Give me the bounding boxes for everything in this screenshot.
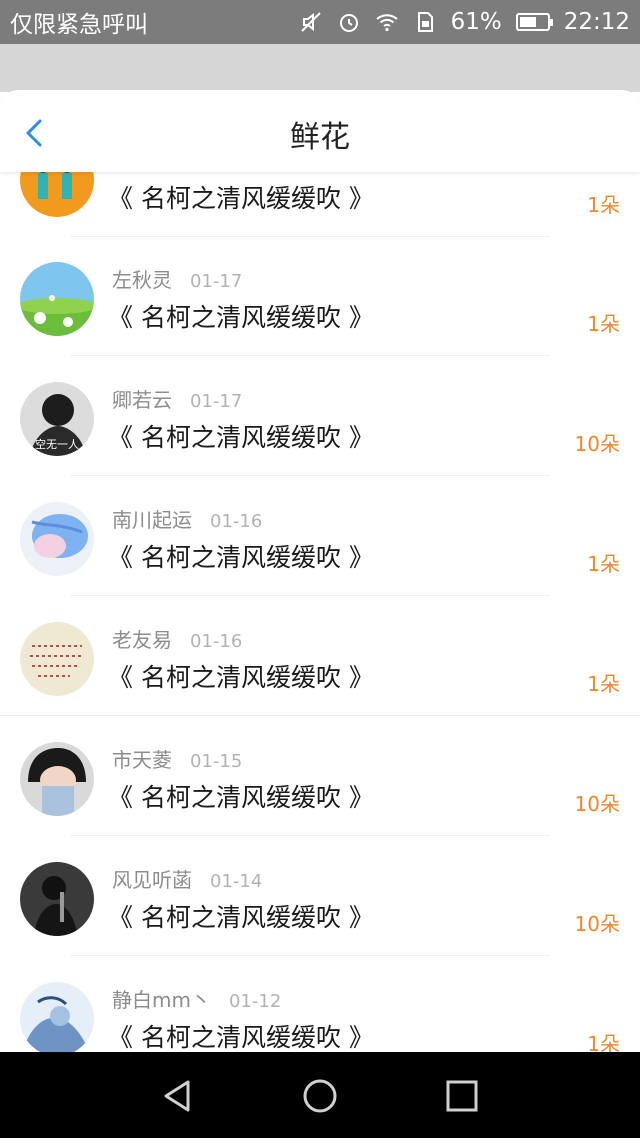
list-item[interactable]: 空无一人 卿若云 01-17 《 名柯之清风缓缓吹 》 10朵	[0, 356, 640, 476]
battery-icon	[515, 13, 553, 31]
backdrop-strip	[0, 44, 640, 92]
list-item[interactable]: 南川起运 01-16 《 名柯之清风缓缓吹 》 1朵	[0, 476, 640, 596]
book-title: 《 名柯之清风缓缓吹 》	[108, 303, 374, 332]
avatar	[20, 982, 94, 1052]
avatar	[20, 172, 94, 217]
flower-list: 《 名柯之清风缓缓吹 》 1朵 左秋灵 01-17 《 名柯之清风缓缓吹 》 1…	[0, 172, 640, 1052]
sender-name: 南川起运	[112, 508, 192, 532]
flower-count: 1朵	[587, 312, 620, 336]
sender-name: 老友易	[112, 628, 172, 652]
flower-count: 1朵	[587, 193, 620, 217]
book-title: 《 名柯之清风缓缓吹 》	[108, 1023, 374, 1052]
book-title: 《 名柯之清风缓缓吹 》	[108, 903, 374, 932]
avatar	[20, 742, 94, 816]
book-title: 《 名柯之清风缓缓吹 》	[108, 184, 374, 213]
send-date: 01-16	[210, 511, 263, 532]
mute-icon	[300, 12, 321, 32]
book-title: 《 名柯之清风缓缓吹 》	[108, 423, 374, 452]
home-circle-icon[interactable]	[300, 1076, 340, 1116]
clock: 22:12	[563, 9, 630, 35]
recents-square-icon[interactable]	[442, 1076, 482, 1116]
send-date: 01-15	[190, 751, 243, 772]
book-title: 《 名柯之清风缓缓吹 》	[108, 783, 374, 812]
carrier-text: 仅限紧急呼叫	[10, 12, 148, 38]
list-item[interactable]: 老友易 01-16 《 名柯之清风缓缓吹 》 1朵	[0, 596, 640, 716]
send-date: 01-12	[228, 991, 282, 1012]
flower-count: 1朵	[587, 552, 620, 576]
list-item[interactable]: 风见听菡 01-14 《 名柯之清风缓缓吹 》 10朵	[0, 836, 640, 956]
back-triangle-icon[interactable]	[158, 1076, 198, 1116]
avatar-caption: 空无一人	[35, 437, 79, 451]
avatar	[20, 262, 94, 336]
flower-count: 1朵	[587, 1032, 620, 1052]
status-bar: 仅限紧急呼叫 61% 22:12	[0, 0, 640, 44]
page-title: 鲜花	[290, 120, 350, 155]
avatar	[20, 502, 94, 576]
sim-icon	[417, 12, 433, 32]
list-item[interactable]: 左秋灵 01-17 《 名柯之清风缓缓吹 》 1朵	[0, 236, 640, 356]
send-date: 01-14	[210, 871, 263, 892]
send-date: 01-17	[190, 391, 243, 412]
book-title: 《 名柯之清风缓缓吹 》	[108, 663, 374, 692]
page-header: 鲜花	[0, 90, 640, 172]
avatar	[20, 862, 94, 936]
sender-name: 静白mm丶	[112, 988, 211, 1012]
battery-percent: 61%	[450, 9, 502, 35]
flower-count: 1朵	[587, 672, 620, 696]
send-date: 01-17	[190, 271, 243, 292]
flower-count: 10朵	[574, 792, 620, 816]
book-title: 《 名柯之清风缓缓吹 》	[108, 543, 374, 572]
sender-name: 市天菱	[112, 748, 172, 772]
alarm-icon	[339, 14, 358, 32]
flower-count: 10朵	[574, 912, 620, 936]
sender-name: 风见听菡	[112, 868, 192, 892]
sender-name: 卿若云	[112, 388, 172, 412]
sender-name: 左秋灵	[112, 268, 172, 292]
list-item[interactable]: 静白mm丶 01-12 《 名柯之清风缓缓吹 》 1朵	[0, 956, 640, 1052]
list-item[interactable]: 《 名柯之清风缓缓吹 》 1朵	[0, 172, 640, 237]
flower-count: 10朵	[574, 432, 620, 456]
wifi-icon	[375, 14, 398, 32]
send-date: 01-16	[190, 631, 243, 652]
system-nav-bar	[0, 1052, 640, 1138]
avatar: 空无一人	[20, 382, 94, 456]
avatar	[20, 622, 94, 696]
list-item[interactable]: 市天菱 01-15 《 名柯之清风缓缓吹 》 10朵	[0, 716, 640, 836]
